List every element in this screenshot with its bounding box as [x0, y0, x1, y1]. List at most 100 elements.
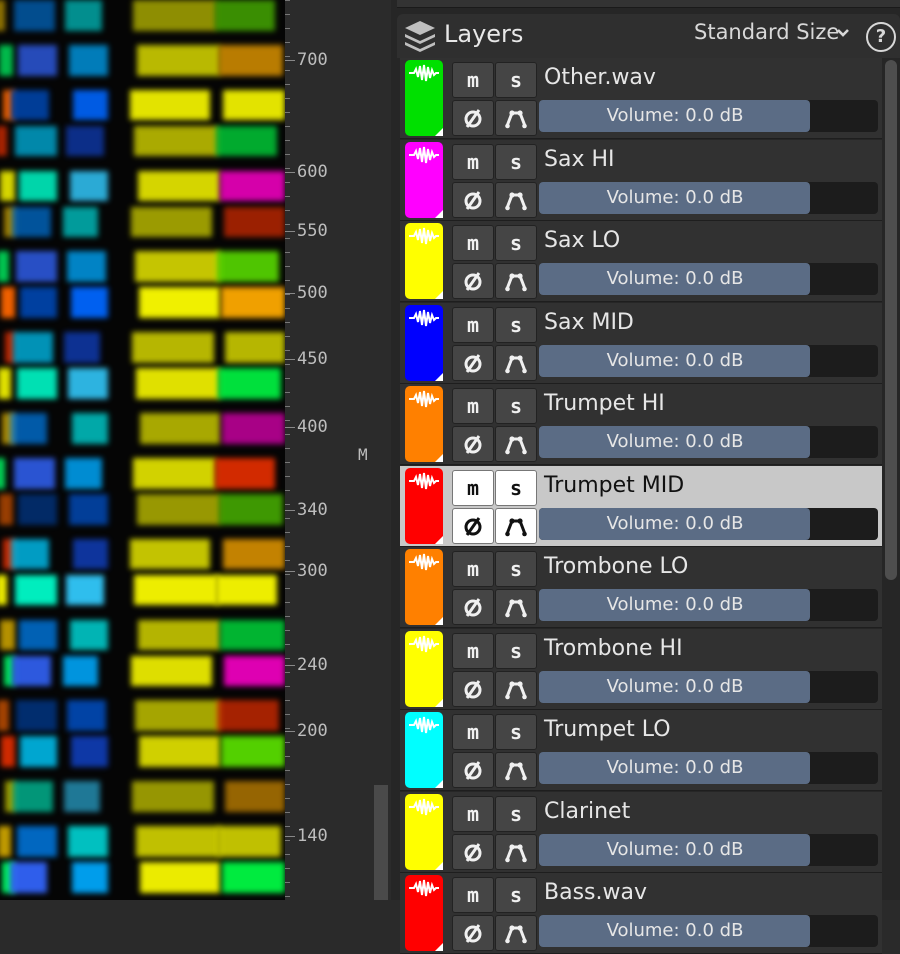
layer-row[interactable]: m s Sax MID Volume: 0.0 dB: [400, 302, 882, 384]
mute-button[interactable]: m: [452, 62, 494, 98]
phase-invert-button[interactable]: [452, 833, 494, 870]
layer-color-swatch[interactable]: [405, 304, 443, 381]
spectrogram-scrollbar-thumb[interactable]: [374, 785, 388, 900]
mute-button[interactable]: m: [452, 388, 494, 424]
layer-row[interactable]: m s Bass.wav Volume: 0.0 dB: [400, 873, 882, 954]
spectrogram-blob: [20, 736, 57, 768]
mute-button[interactable]: m: [452, 306, 494, 343]
layer-row[interactable]: m s Trumpet MID Volume: 0.0 dB: [400, 465, 882, 547]
layer-color-swatch[interactable]: [405, 549, 443, 625]
layer-name[interactable]: Bass.wav: [544, 880, 647, 905]
layer-name[interactable]: Sax LO: [544, 228, 620, 253]
layer-name[interactable]: Trombone LO: [544, 554, 688, 579]
layer-name[interactable]: Trombone HI: [544, 636, 683, 661]
solo-button[interactable]: s: [495, 795, 537, 832]
layer-row[interactable]: m s Other.wav Volume: 0.0 dB: [400, 58, 882, 139]
layers-scrollbar-thumb[interactable]: [885, 60, 897, 580]
solo-button[interactable]: s: [495, 143, 537, 180]
layer-color-swatch[interactable]: [405, 793, 443, 870]
layer-color-swatch[interactable]: [405, 141, 443, 218]
envelope-button[interactable]: [495, 833, 537, 870]
solo-button[interactable]: s: [495, 632, 537, 669]
envelope-button[interactable]: [495, 752, 537, 788]
layer-color-swatch[interactable]: [405, 223, 443, 299]
layer-name[interactable]: Clarinet: [544, 799, 630, 824]
envelope-button[interactable]: [495, 915, 537, 951]
layer-row[interactable]: m s Trombone HI Volume: 0.0 dB: [400, 628, 882, 710]
solo-button[interactable]: s: [495, 714, 537, 750]
envelope-button[interactable]: [495, 670, 537, 707]
ruler-minor-tick: [285, 126, 290, 127]
mute-button[interactable]: m: [452, 632, 494, 669]
layer-name[interactable]: Other.wav: [544, 65, 656, 90]
volume-slider[interactable]: Volume: 0.0 dB: [539, 507, 878, 540]
layer-row[interactable]: m s Trumpet LO Volume: 0.0 dB: [400, 710, 882, 791]
mute-button[interactable]: m: [452, 469, 494, 506]
phase-invert-button[interactable]: [452, 344, 494, 381]
solo-button[interactable]: s: [495, 388, 537, 424]
layer-name[interactable]: Trumpet MID: [544, 473, 684, 498]
envelope-button[interactable]: [495, 181, 537, 218]
size-select[interactable]: Standard Size: [694, 20, 839, 44]
layer-row[interactable]: m s Trumpet HI Volume: 0.0 dB: [400, 384, 882, 465]
phase-invert-button[interactable]: [452, 670, 494, 707]
layer-name[interactable]: Trumpet LO: [544, 717, 671, 742]
mute-button[interactable]: m: [452, 877, 494, 913]
layer-row[interactable]: m s Sax LO Volume: 0.0 dB: [400, 221, 882, 302]
phase-invert-button[interactable]: [452, 181, 494, 218]
phase-invert-button[interactable]: [452, 100, 494, 136]
spectrogram-scrollbar[interactable]: [373, 0, 391, 900]
spectrogram-blob: [15, 125, 57, 157]
volume-slider[interactable]: Volume: 0.0 dB: [539, 344, 878, 377]
phase-invert-button[interactable]: [452, 915, 494, 951]
mute-button[interactable]: m: [452, 551, 494, 587]
volume-slider[interactable]: Volume: 0.0 dB: [539, 263, 878, 295]
phase-invert-button[interactable]: [452, 263, 494, 299]
spectrogram-blob: [11, 89, 49, 121]
envelope-button[interactable]: [495, 589, 537, 625]
envelope-button[interactable]: [495, 100, 537, 136]
layer-name[interactable]: Sax MID: [544, 310, 634, 335]
layer-name[interactable]: Sax HI: [544, 147, 615, 172]
layer-color-swatch[interactable]: [405, 60, 443, 136]
phase-invert-button[interactable]: [452, 507, 494, 544]
solo-button[interactable]: s: [495, 551, 537, 587]
phase-invert-button[interactable]: [452, 589, 494, 625]
spectrogram-view[interactable]: [0, 0, 285, 900]
layer-color-swatch[interactable]: [405, 712, 443, 788]
layer-color-swatch[interactable]: [405, 386, 443, 462]
solo-button[interactable]: s: [495, 62, 537, 98]
mute-button[interactable]: m: [452, 143, 494, 180]
volume-slider[interactable]: Volume: 0.0 dB: [539, 833, 878, 866]
mute-button[interactable]: m: [452, 714, 494, 750]
envelope-button[interactable]: [495, 263, 537, 299]
mute-button[interactable]: m: [452, 225, 494, 261]
phase-invert-button[interactable]: [452, 752, 494, 788]
envelope-button[interactable]: [495, 426, 537, 462]
solo-button[interactable]: s: [495, 225, 537, 261]
volume-slider[interactable]: Volume: 0.0 dB: [539, 670, 878, 703]
phase-invert-button[interactable]: [452, 426, 494, 462]
mute-button[interactable]: m: [452, 795, 494, 832]
volume-slider[interactable]: Volume: 0.0 dB: [539, 181, 878, 214]
envelope-button[interactable]: [495, 507, 537, 544]
solo-button[interactable]: s: [495, 877, 537, 913]
layer-color-swatch[interactable]: [405, 630, 443, 707]
layer-color-swatch[interactable]: [405, 875, 443, 951]
layer-color-swatch[interactable]: [405, 467, 443, 544]
help-icon[interactable]: ?: [866, 22, 896, 52]
ruler-tick: [285, 427, 295, 428]
envelope-button[interactable]: [495, 344, 537, 381]
layer-name[interactable]: Trumpet HI: [544, 391, 665, 416]
solo-button[interactable]: s: [495, 469, 537, 506]
volume-slider[interactable]: Volume: 0.0 dB: [539, 752, 878, 784]
layer-row[interactable]: m s Trombone LO Volume: 0.0 dB: [400, 547, 882, 628]
layer-row[interactable]: m s Sax HI Volume: 0.0 dB: [400, 139, 882, 221]
volume-slider[interactable]: Volume: 0.0 dB: [539, 426, 878, 458]
chevron-down-icon[interactable]: [836, 26, 850, 40]
volume-slider[interactable]: Volume: 0.0 dB: [539, 915, 878, 947]
volume-slider[interactable]: Volume: 0.0 dB: [539, 100, 878, 132]
volume-slider[interactable]: Volume: 0.0 dB: [539, 589, 878, 621]
solo-button[interactable]: s: [495, 306, 537, 343]
layer-row[interactable]: m s Clarinet Volume: 0.0 dB: [400, 791, 882, 873]
